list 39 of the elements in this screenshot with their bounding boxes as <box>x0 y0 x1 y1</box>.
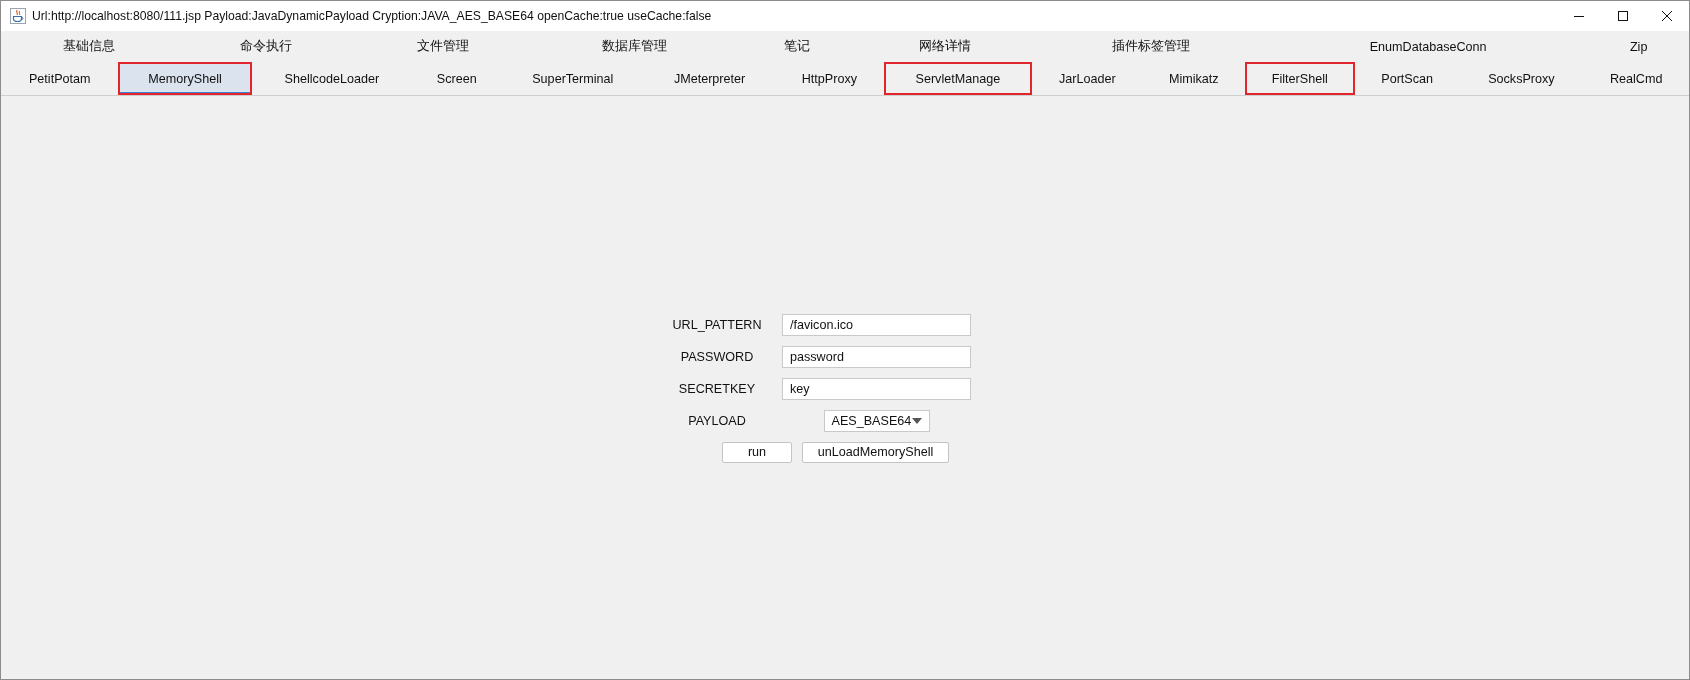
action-button[interactable]: run <box>722 441 792 463</box>
text-field[interactable]: password <box>782 345 971 368</box>
tab[interactable]: 网络详情 <box>856 31 1034 62</box>
tab[interactable]: JarLoader <box>1031 62 1143 95</box>
tab[interactable]: 笔记 <box>737 31 857 62</box>
maximize-icon <box>1618 11 1628 21</box>
field-label: SECRETKEY <box>678 381 756 396</box>
close-icon <box>1662 11 1672 21</box>
tab[interactable]: HttpProxy <box>774 62 884 95</box>
tab[interactable]: ShellcodeLoader <box>251 62 413 95</box>
coffee-cup-icon <box>10 8 26 24</box>
tab[interactable]: Screen <box>412 62 502 95</box>
tab[interactable]: JMeterpreter <box>644 62 775 95</box>
text-field[interactable]: /favicon.ico <box>782 313 971 336</box>
tab[interactable]: SocksProxy <box>1459 62 1584 95</box>
tab[interactable]: PortScan <box>1354 62 1460 95</box>
tab[interactable]: 数据库管理 <box>531 31 738 62</box>
field-label: URL_PATTERN <box>672 317 762 332</box>
tab[interactable]: Mimikatz <box>1142 62 1245 95</box>
tab[interactable]: 插件标签管理 <box>1033 31 1268 62</box>
field-label: PAYLOAD <box>688 413 746 428</box>
tab[interactable]: 基础信息 <box>1 31 178 62</box>
tab[interactable]: PetitPotam <box>1 62 119 95</box>
tab[interactable]: 文件管理 <box>354 31 532 62</box>
window-title: Url:http://localhost:8080/111.jsp Payload:JavaDynamicPayload Cryption:JAVA_AES_BASE64 openCache:true useCache:false <box>32 9 712 23</box>
tab[interactable]: Zip <box>1588 31 1689 62</box>
minimize-icon <box>1574 15 1584 17</box>
tab[interactable]: EnumDatabaseConn <box>1267 31 1589 62</box>
field-label: PASSWORD <box>680 349 754 364</box>
action-button[interactable]: unLoadMemoryShell <box>802 441 949 463</box>
tab[interactable]: SuperTerminal <box>501 62 645 95</box>
payload-dropdown[interactable]: AES_BASE64 <box>823 409 930 432</box>
tab[interactable]: RealCmd <box>1583 62 1689 95</box>
tab[interactable]: ServletManage <box>883 62 1032 95</box>
caret-icon <box>911 417 922 424</box>
text-field[interactable]: key <box>782 377 971 400</box>
tab[interactable]: 命令执行 <box>177 31 355 62</box>
tab[interactable]: MemoryShell <box>118 62 252 95</box>
tab[interactable]: FilterShell <box>1244 62 1355 95</box>
